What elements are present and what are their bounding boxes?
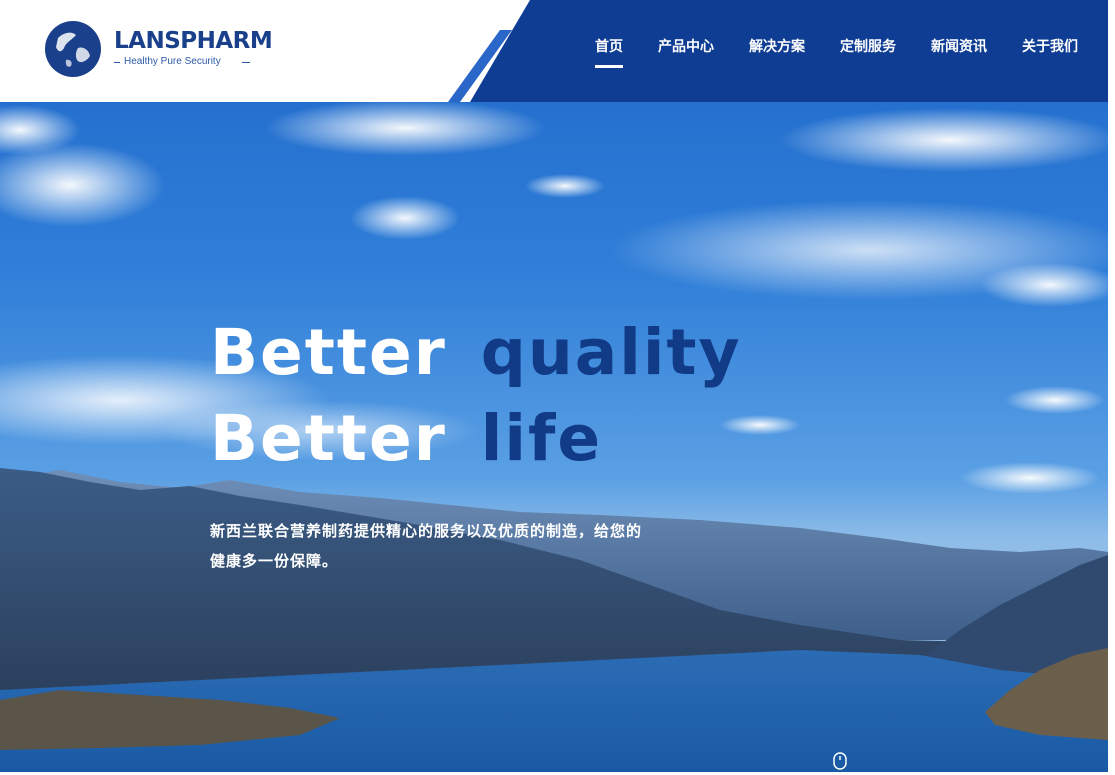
globe-logo-icon bbox=[45, 21, 101, 77]
brand-tagline: Healthy Pure Security bbox=[124, 56, 221, 67]
hero-word-life: life bbox=[480, 402, 603, 475]
main-nav: 首页 产品中心 解决方案 定制服务 新闻资讯 关于我们 bbox=[575, 36, 1078, 68]
brand-logo[interactable]: LANSPHARM Healthy Pure Security bbox=[44, 18, 284, 80]
nav-item-solutions[interactable]: 解决方案 bbox=[749, 36, 805, 66]
nav-item-custom-service[interactable]: 定制服务 bbox=[840, 36, 896, 66]
hero-word-better-2: Better bbox=[210, 402, 447, 475]
tagline-rule-right bbox=[242, 62, 250, 63]
hero-headline: Better quality Better life bbox=[210, 310, 742, 482]
hero-description: 新西兰联合营养制药提供精心的服务以及优质的制造，给您的健康多一份保障。 bbox=[210, 522, 643, 570]
scroll-down-icon[interactable] bbox=[833, 752, 847, 770]
hero-headline-line-1: Better quality bbox=[210, 310, 742, 396]
hero-headline-line-2: Better life bbox=[210, 396, 742, 482]
nav-item-home[interactable]: 首页 bbox=[595, 36, 623, 68]
tagline-rule-left bbox=[114, 62, 120, 63]
hero-word-quality: quality bbox=[480, 316, 742, 389]
hero-word-better-1: Better bbox=[210, 316, 447, 389]
nav-item-about[interactable]: 关于我们 bbox=[1022, 36, 1078, 66]
nav-item-products[interactable]: 产品中心 bbox=[658, 36, 714, 66]
nav-item-news[interactable]: 新闻资讯 bbox=[931, 36, 987, 66]
brand-name: LANSPHARM bbox=[114, 28, 273, 54]
page: LANSPHARM Healthy Pure Security 首页 产品中心 … bbox=[0, 0, 1108, 772]
